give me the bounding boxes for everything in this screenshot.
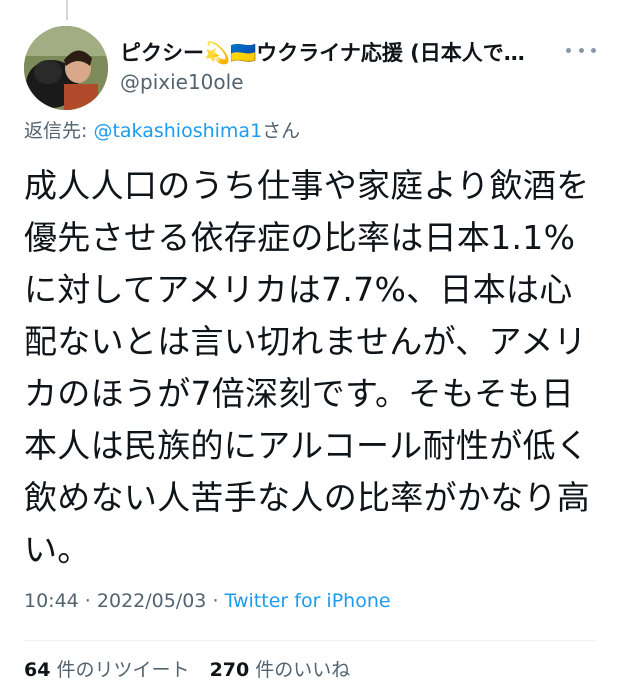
divider — [24, 640, 596, 641]
tweet-stats: 64 件のリツイート 270 件のいいね — [24, 655, 364, 682]
retweets-stat[interactable]: 64 件のリツイート — [24, 659, 190, 681]
retweet-label: 件のリツイート — [56, 659, 190, 681]
tweet-time[interactable]: 10:44 — [24, 590, 79, 612]
like-label: 件のいいね — [255, 659, 351, 681]
retweet-count: 64 — [24, 659, 51, 681]
reply-to-line: 返信先: @takashioshima1さん — [24, 116, 300, 143]
thread-connector-line — [66, 0, 68, 20]
tweet-text: 成人人口のうち仕事や家庭より飲酒を優先させる依存症の比率は日本1.1%に対してア… — [24, 166, 591, 569]
more-dot — [566, 47, 571, 53]
tweet-source-link[interactable]: Twitter for iPhone — [225, 590, 391, 612]
tweet-metadata: 10:44 · 2022/05/03 · Twitter for iPhone — [24, 590, 391, 612]
tweet-date[interactable]: 2022/05/03 — [97, 590, 207, 612]
tweet-header: ピクシー💫🇺🇦ウクライナ応援 (日本人で… @pixie10ole — [120, 36, 580, 94]
meta-separator: · — [206, 590, 225, 612]
likes-stat[interactable]: 270 件のいいね — [210, 659, 351, 681]
reply-to-mention-link[interactable]: @takashioshima1 — [93, 120, 262, 142]
avatar[interactable] — [24, 26, 108, 110]
more-dot — [578, 47, 584, 53]
avatar-photo — [24, 26, 108, 110]
display-name-row[interactable]: ピクシー💫🇺🇦ウクライナ応援 (日本人で… — [120, 36, 580, 68]
reply-to-suffix: さん — [262, 120, 301, 142]
more-dot — [591, 47, 596, 53]
more-options-icon[interactable] — [566, 40, 596, 60]
user-handle[interactable]: @pixie10ole — [120, 70, 580, 94]
meta-separator: · — [78, 590, 97, 612]
reply-to-prefix: 返信先: — [24, 120, 88, 142]
display-name[interactable]: ピクシー💫🇺🇦ウクライナ応援 (日本人で… — [120, 37, 525, 67]
like-count: 270 — [209, 659, 250, 681]
